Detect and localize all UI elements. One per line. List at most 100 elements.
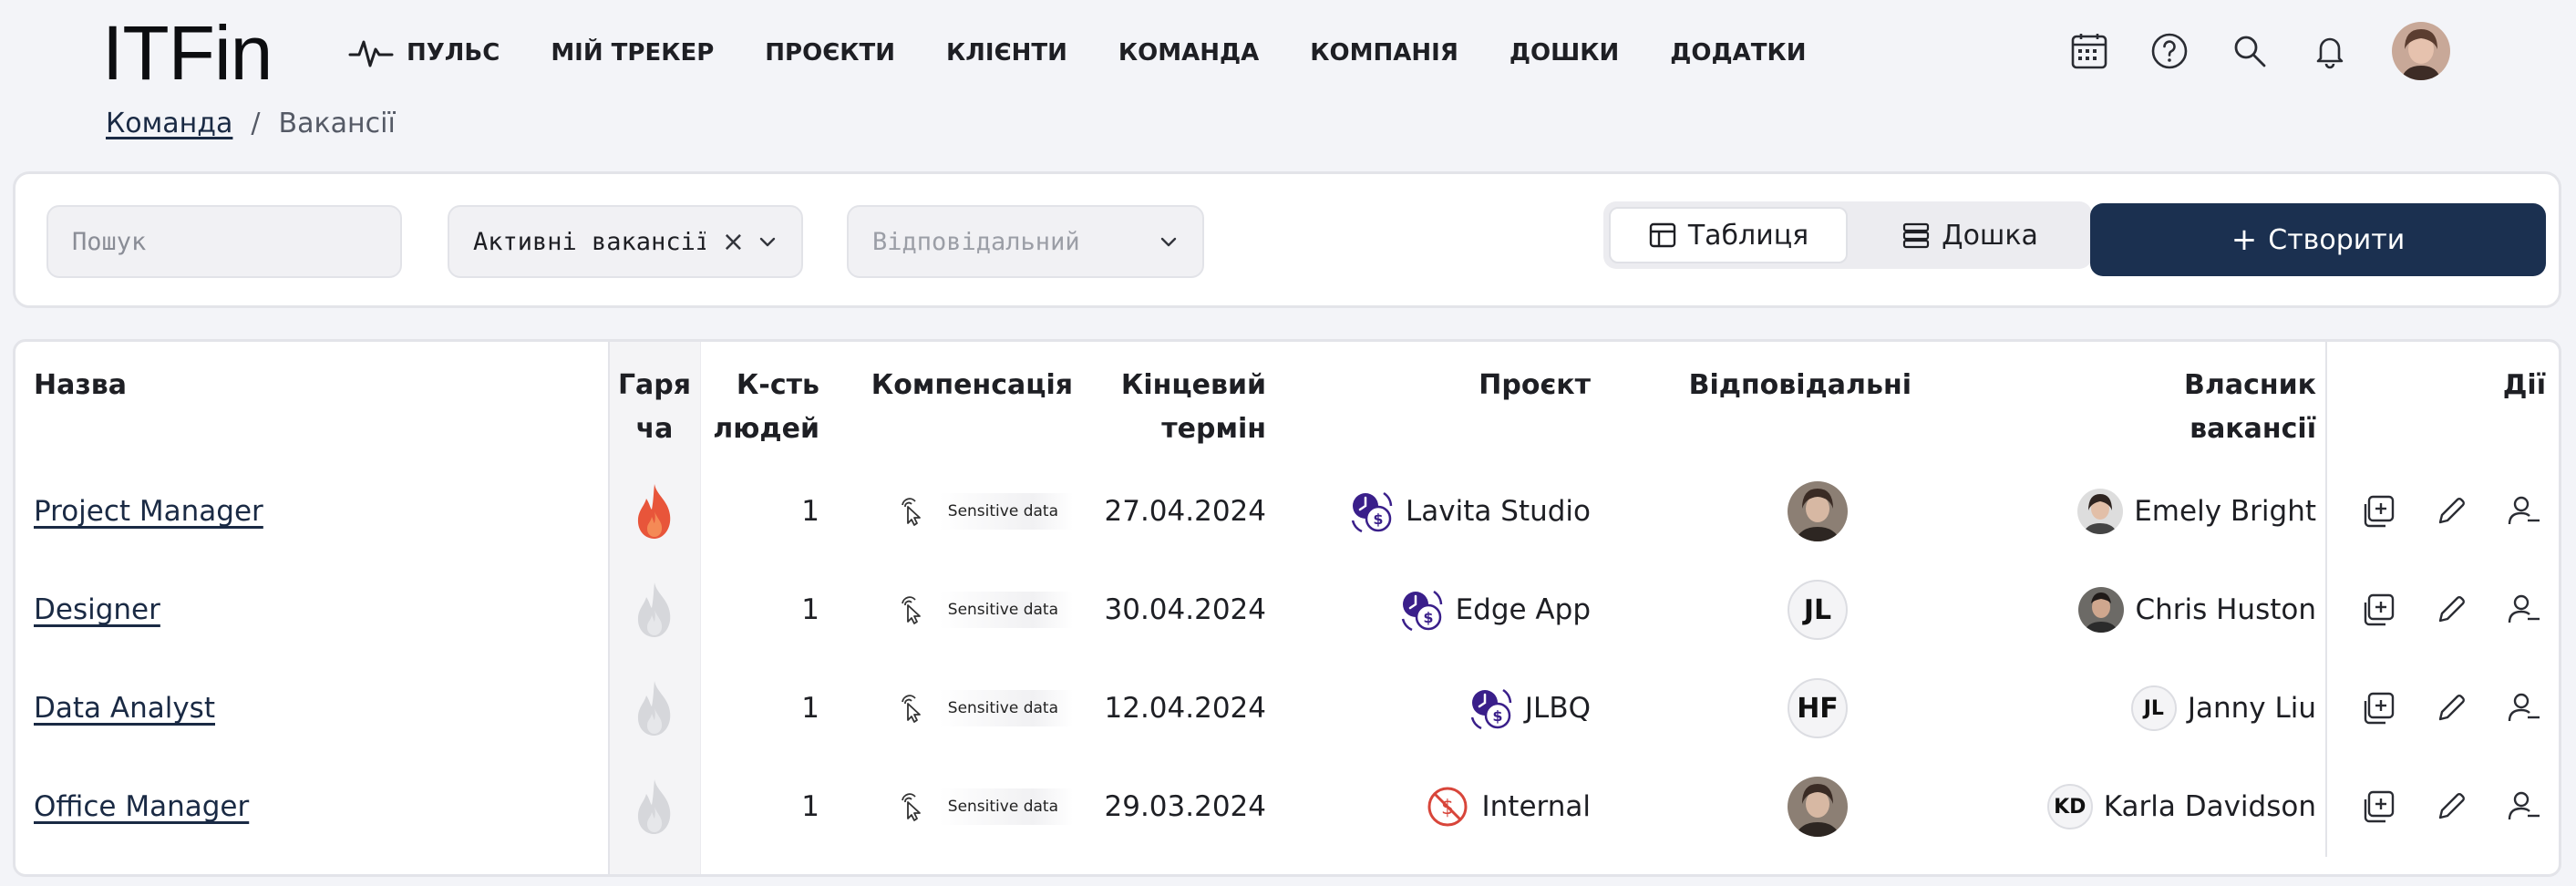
help-icon[interactable] (2148, 29, 2191, 73)
nav-item-projects[interactable]: ПРОЄКТИ (765, 39, 895, 67)
sensitive-data-label: Sensitive data (938, 788, 1073, 825)
filter-bar: Пошук Активні вакансії × Відповідальний … (13, 171, 2561, 308)
people-count: 1 (801, 692, 819, 725)
copy-add-icon[interactable] (2356, 686, 2400, 730)
header-name[interactable]: Назва (34, 364, 127, 407)
table-row: Designer 1 Sensitive data 30.04.2024 $ Ed… (15, 561, 2559, 659)
project-name[interactable]: Internal (1482, 790, 1591, 823)
search-placeholder: Пошук (72, 227, 147, 256)
top-navigation: ITFin ПУЛЬС МІЙ ТРЕКЕР ПРОЄКТИ КЛІЄНТИ К… (0, 0, 2576, 104)
view-table-label: Таблиця (1687, 219, 1809, 252)
nav-item-apps[interactable]: ДОДАТКИ (1670, 39, 1806, 67)
people-count: 1 (801, 790, 819, 823)
app-logo[interactable]: ITFin (102, 7, 273, 98)
edit-pencil-icon[interactable] (2429, 489, 2473, 533)
edit-pencil-icon[interactable] (2429, 785, 2473, 829)
nav-item-company[interactable]: КОМПАНІЯ (1310, 39, 1458, 67)
table-row: Data Analyst 1 Sensitive data 12.04.2024… (15, 659, 2559, 757)
responsible-avatar[interactable] (1788, 481, 1848, 541)
remove-user-icon[interactable] (2502, 686, 2546, 730)
header-responsible[interactable]: Відповідальні (1620, 364, 1911, 407)
pulse-icon (348, 40, 394, 67)
view-table-button[interactable]: Таблиця (1609, 207, 1848, 263)
breadcrumb-team-link[interactable]: Команда (106, 108, 232, 139)
header-compensation[interactable]: Компенсація (836, 364, 1073, 407)
cursor-click-icon (901, 596, 921, 624)
owner-name: Emely Bright (2134, 495, 2316, 528)
compensation-sensitive[interactable]: Sensitive data (897, 690, 1073, 726)
responsible-avatar[interactable]: JL (1788, 580, 1848, 640)
remove-user-icon[interactable] (2502, 489, 2546, 533)
project-name[interactable]: Lavita Studio (1406, 495, 1591, 528)
compensation-sensitive[interactable]: Sensitive data (897, 788, 1073, 825)
table-row: Office Manager 1 Sensitive data 29.03.20… (15, 757, 2559, 856)
nav-item-my-tracker[interactable]: МІЙ ТРЕКЕР (551, 39, 714, 67)
chevron-down-icon (759, 237, 776, 247)
project-name[interactable]: JLBQ (1525, 692, 1591, 725)
sensitive-data-label: Sensitive data (938, 690, 1073, 726)
vacancy-name-link[interactable]: Designer (34, 593, 160, 626)
vacancy-name-link[interactable]: Office Manager (34, 790, 249, 823)
copy-add-icon[interactable] (2356, 588, 2400, 632)
edit-pencil-icon[interactable] (2429, 588, 2473, 632)
remove-user-icon[interactable] (2502, 588, 2546, 632)
hot-fire-icon[interactable] (632, 778, 677, 836)
deadline-date: 12.04.2024 (1104, 692, 1267, 725)
header-deadline[interactable]: Кінцевий термін (1073, 364, 1266, 451)
responsible-filter-select[interactable]: Відповідальний (847, 205, 1204, 278)
table-row: Project Manager 1 Sensitive data 27.04.2… (15, 462, 2559, 561)
deadline-date: 27.04.2024 (1104, 495, 1267, 528)
owner-avatar (2078, 587, 2125, 633)
owner-avatar: JL (2130, 685, 2177, 731)
breadcrumb: Команда / Вакансії (106, 108, 396, 139)
vacancy-name-link[interactable]: Project Manager (34, 495, 263, 528)
view-board-button[interactable]: Дошка (1853, 207, 2087, 263)
project-name[interactable]: Edge App (1456, 593, 1591, 626)
status-filter-value: Активні вакансії (473, 227, 706, 256)
edit-pencil-icon[interactable] (2429, 686, 2473, 730)
header-hot[interactable]: Гаря ча (617, 364, 692, 451)
deadline-date: 29.03.2024 (1104, 790, 1267, 823)
cursor-click-icon (901, 498, 921, 526)
search-input[interactable]: Пошук (46, 205, 402, 278)
owner-name: Karla Davidson (2103, 790, 2316, 823)
header-project[interactable]: Проєкт (1292, 364, 1591, 407)
hot-fire-icon[interactable] (632, 679, 677, 737)
nav-item-team[interactable]: КОМАНДА (1118, 39, 1259, 67)
hot-fire-icon[interactable] (632, 581, 677, 639)
status-filter-select[interactable]: Активні вакансії × (448, 205, 803, 278)
svg-text:$: $ (1492, 707, 1502, 725)
compensation-sensitive[interactable]: Sensitive data (897, 592, 1073, 628)
vacancy-name-link[interactable]: Data Analyst (34, 692, 215, 725)
billing-clock-icon: $ (1351, 491, 1393, 533)
deadline-date: 30.04.2024 (1104, 593, 1267, 626)
copy-add-icon[interactable] (2356, 489, 2400, 533)
remove-user-icon[interactable] (2502, 785, 2546, 829)
hot-fire-icon[interactable] (632, 482, 677, 541)
vacancies-table: Назва Гаря ча К-сть людей Компенсація Кінц… (13, 339, 2561, 877)
owner-name: Janny Liu (2187, 692, 2316, 725)
cursor-click-icon (901, 793, 921, 821)
bell-icon[interactable] (2308, 29, 2352, 73)
user-avatar[interactable] (2392, 22, 2450, 80)
breadcrumb-separator: / (251, 108, 261, 139)
header-count[interactable]: К-сть людей (701, 364, 819, 451)
view-toggle: Таблиця Дошка (1603, 201, 2092, 269)
responsible-placeholder: Відповідальний (872, 227, 1080, 256)
responsible-avatar[interactable]: HF (1788, 678, 1848, 738)
clear-filter-icon[interactable]: × (722, 226, 745, 258)
copy-add-icon[interactable] (2356, 785, 2400, 829)
header-owner[interactable]: Власник вакансії (1930, 364, 2316, 451)
nav-item-pulse[interactable]: ПУЛЬС (348, 35, 500, 71)
responsible-avatar[interactable] (1788, 777, 1848, 837)
breadcrumb-current: Вакансії (278, 108, 396, 139)
compensation-sensitive[interactable]: Sensitive data (897, 493, 1073, 530)
search-icon[interactable] (2228, 29, 2272, 73)
nav-item-boards[interactable]: ДОШКИ (1510, 39, 1619, 67)
header-actions: Дії (2502, 369, 2546, 401)
create-button[interactable]: + Створити (2090, 203, 2546, 276)
nav-item-clients[interactable]: КЛІЄНТИ (946, 39, 1067, 67)
svg-text:$: $ (1373, 510, 1383, 528)
calendar-icon[interactable] (2067, 29, 2111, 73)
owner-name: Chris Huston (2135, 593, 2316, 626)
